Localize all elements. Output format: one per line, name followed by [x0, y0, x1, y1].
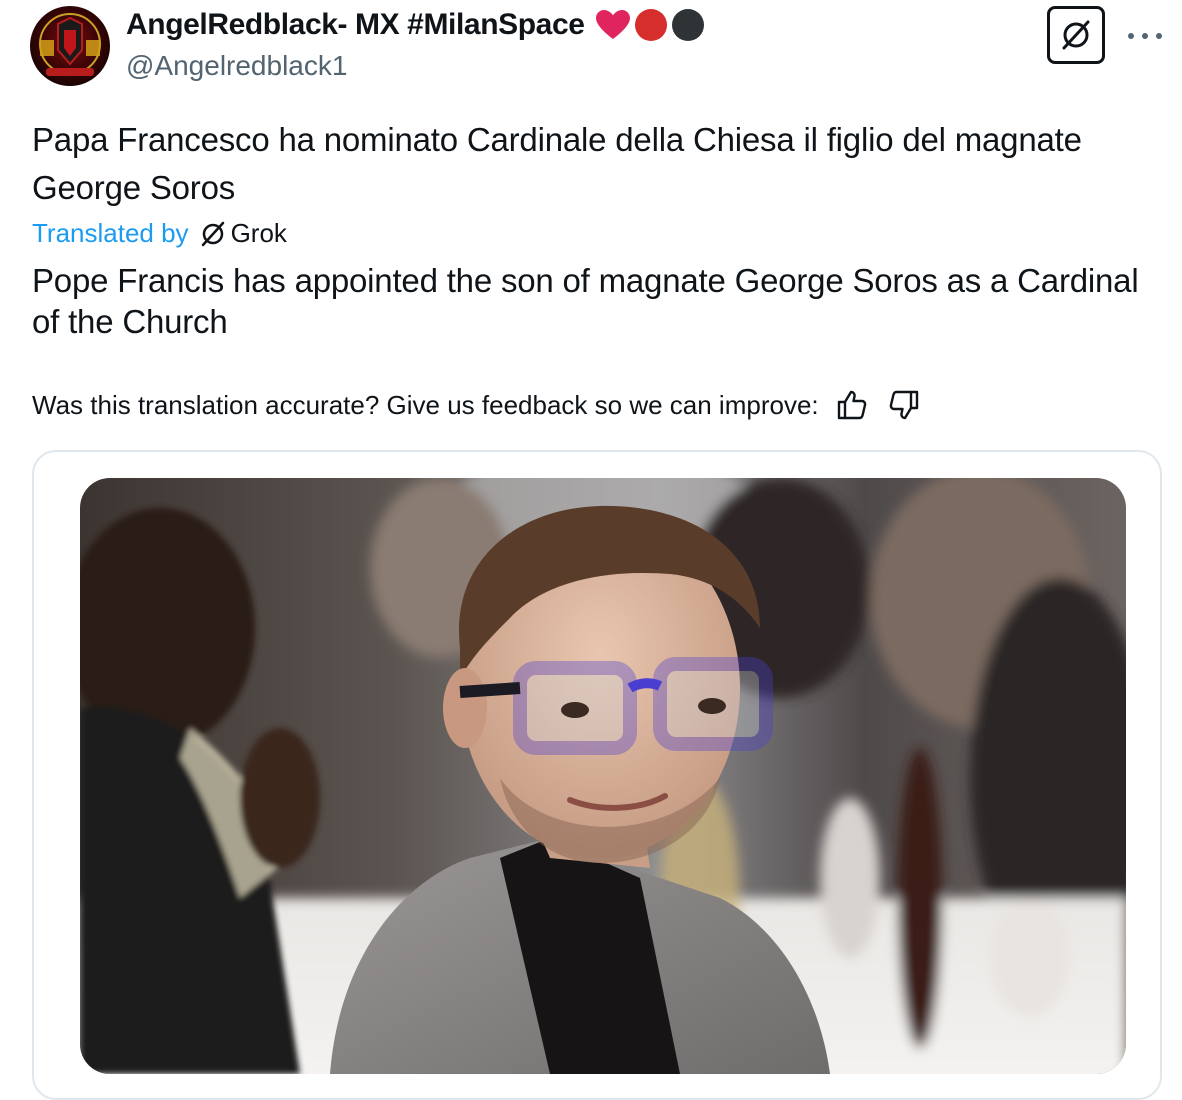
- more-dot: [1128, 33, 1134, 39]
- thumbs-down-button[interactable]: [887, 388, 921, 422]
- thumbs-down-icon: [889, 390, 918, 420]
- media-card: [32, 450, 1162, 1100]
- tweet-text: Papa Francesco ha nominato Cardinale del…: [32, 121, 1082, 206]
- feedback-prompt: Was this translation accurate? Give us f…: [32, 389, 819, 420]
- translation-feedback-row: Was this translation accurate? Give us f…: [32, 388, 921, 422]
- tweet-photo[interactable]: [80, 478, 1126, 1074]
- grok-button[interactable]: [1047, 6, 1105, 64]
- display-name-text: AngelRedblack- MX #MilanSpace: [126, 8, 585, 41]
- translation-text: Pope Francis has appointed the son of ma…: [32, 262, 1139, 340]
- translated-by-link[interactable]: Translated by: [32, 218, 189, 249]
- red-circle-icon: [634, 9, 667, 41]
- author-display-name[interactable]: AngelRedblack- MX #MilanSpace: [126, 8, 705, 42]
- avatar-image: [30, 6, 110, 86]
- thumbs-up-icon: [837, 390, 866, 420]
- more-options-button[interactable]: [1128, 26, 1162, 46]
- display-name-emojis: [595, 8, 705, 42]
- more-dot: [1156, 33, 1162, 39]
- translator-name: Grok: [230, 218, 287, 248]
- avatar[interactable]: [30, 6, 110, 86]
- translated-by-row: Translated by Grok: [32, 218, 287, 249]
- black-circle-icon: [671, 9, 704, 41]
- red-heart-icon: [595, 10, 630, 39]
- thumbs-up-button[interactable]: [835, 388, 869, 422]
- more-dot: [1142, 33, 1148, 39]
- photo-image: [80, 478, 1126, 1074]
- grok-logo-icon: [199, 220, 227, 248]
- author-handle[interactable]: @Angelredblack1: [126, 50, 347, 82]
- grok-slash-icon: [1062, 20, 1090, 50]
